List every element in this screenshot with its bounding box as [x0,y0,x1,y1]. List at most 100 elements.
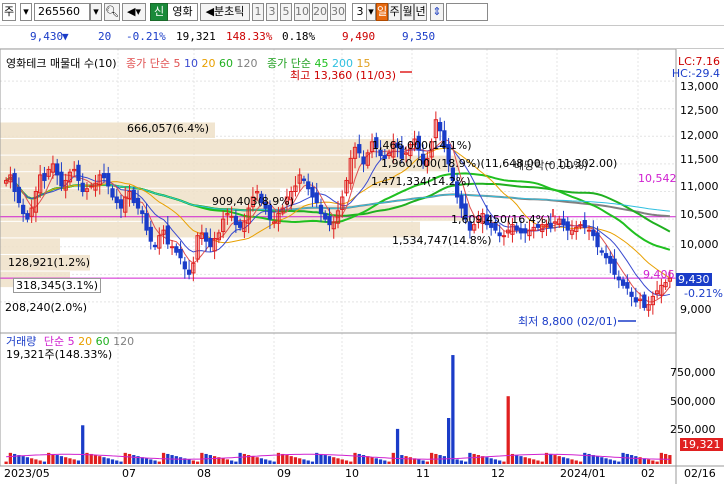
volume-bar [119,461,123,464]
market-dropdown-icon[interactable]: ▾ [20,3,32,21]
candle-body [306,181,311,190]
market-select[interactable]: 주 [2,3,16,21]
candle-body [514,225,519,231]
stock-chart[interactable] [0,49,724,484]
code-dropdown-icon[interactable]: ▾ [90,3,102,21]
period-5[interactable]: 5 [280,3,292,21]
volume-bar [498,460,502,464]
volume-bar [489,458,493,464]
candle-body [497,232,502,237]
vp-label-5: 909,403(8.9%) [212,195,295,208]
period-1[interactable]: 1 [252,3,264,21]
year-button[interactable]: 년 [414,3,427,21]
volume-bar [570,459,574,464]
volume-bar [187,459,191,464]
period-min-tick[interactable]: ◀분초틱 [200,3,250,21]
volume-bar [174,456,178,464]
candle-body [314,192,319,204]
volume-bar [600,457,604,464]
new-badge[interactable]: 신 [150,3,168,21]
volume-bar [242,453,247,464]
volume-bar [289,456,293,464]
volume-bar [421,460,425,464]
volume-bar [230,460,234,464]
period-10[interactable]: 10 [294,3,310,21]
volume-bar [383,460,387,464]
volume-bar [451,355,455,464]
volume-bar [68,458,72,464]
ma-short-label: 종가 단순 [126,57,171,70]
ma60-label: 60 [219,57,234,70]
ma20-label: 20 [201,57,216,70]
quote-bar: 9,430 ▼ 20 -0.21% 19,321 148.33% 0.18% 9… [0,26,724,49]
volume-bar [268,460,272,464]
volume-bar [123,452,127,464]
week-button[interactable]: 주 [388,3,401,21]
volume-bar [208,455,212,464]
candle-body [178,248,183,259]
day-badge-text: 일 [377,5,388,18]
volume-bar [89,453,93,464]
vp-label-4: 1,471,334(14.2%) [371,175,471,188]
candle-body [586,229,592,232]
volume-rate: 148.33% [226,30,273,43]
day-badge[interactable]: 일 [376,3,388,21]
price-axis-6: 10,000 [680,238,719,251]
speaker-icon[interactable]: ◀▾ [122,3,146,21]
price-axis-4: 11,000 [680,180,719,193]
vp-label-9: 318,345(3.1%) [13,278,102,293]
candle-body [620,279,626,286]
period-30[interactable]: 30 [330,3,346,21]
candle-body [59,171,64,187]
volume-bar [425,461,429,464]
candle-body [55,163,60,176]
candle-body [523,228,528,234]
volume-bar [115,460,119,464]
volume-bar [302,459,306,464]
price-axis-8: 9,000 [680,303,712,316]
vp-label-7: 1,534,747(14.8%) [392,234,492,247]
volume-bar [651,460,655,464]
volume-bar [310,461,315,464]
scroll-updown-icon[interactable]: ⇕ [430,3,444,21]
vma120-label: 120 [113,335,135,348]
volume-bar [561,457,566,464]
month-button[interactable]: 월 [401,3,414,21]
volume-bar [221,458,225,464]
volume-bar [617,461,621,464]
candle-body [101,173,107,179]
candle-body [310,186,315,198]
price-axis-0: 13,000 [680,80,719,93]
period-3[interactable]: 3 [266,3,278,21]
count-value: 3 [356,5,364,18]
last-change-tag: -0.21% [684,287,723,300]
vp-label-6: 1,609,450(16.4%) [451,213,551,226]
volume-bar [76,460,81,464]
period-1-label: 1 [254,5,262,18]
blank-input[interactable] [446,3,488,21]
period-20[interactable]: 20 [312,3,328,21]
volume-bar [306,460,310,464]
volume-bar [8,452,13,464]
candle-body [595,232,600,248]
volume-bar [81,425,85,464]
volume-bar [251,456,255,464]
price-axis-2: 12,000 [680,129,719,142]
new-badge-text: 신 [153,5,165,18]
candle-body [323,213,328,220]
candle-body [357,144,362,154]
volume-bar [21,456,25,464]
volume-bar [102,457,106,464]
volume-bar [417,459,421,464]
period-10-label: 10 [295,5,309,18]
volume-bar [655,461,659,464]
volume-bar [527,458,532,464]
search-icon[interactable]: 🔍︎ [104,3,120,21]
volume-bar [634,456,638,464]
volume-bar [42,461,47,464]
ma-value: 9,406 [643,268,675,281]
stock-code-input[interactable]: 265560 [34,3,90,21]
candle-body [612,258,617,275]
stock-name-text: 영화 [172,5,193,18]
count-dropdown-icon[interactable]: ▾ [366,3,376,21]
